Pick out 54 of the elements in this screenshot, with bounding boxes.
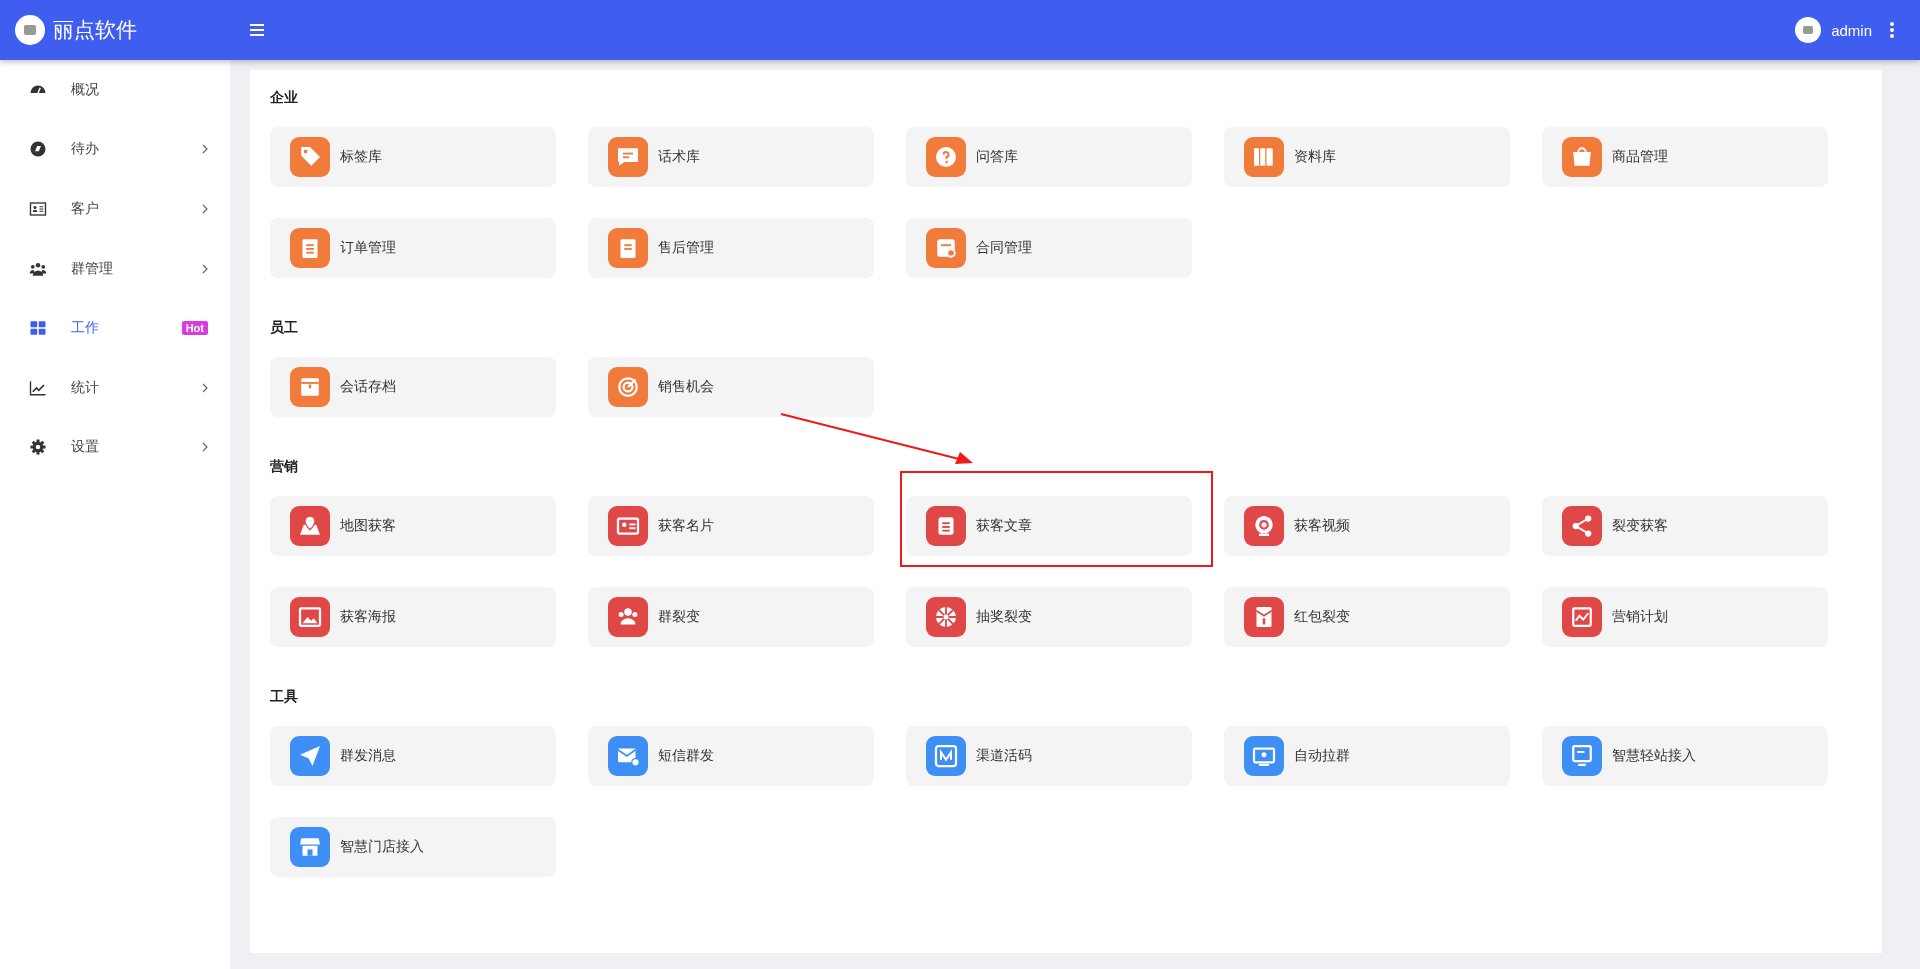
app-tile[interactable]: 地图获客	[270, 496, 556, 556]
line-chart-icon	[29, 378, 47, 397]
chevron-icon	[202, 382, 208, 393]
logo-icon	[15, 15, 45, 45]
app-tile[interactable]: 短信群发	[588, 726, 874, 786]
app-tile[interactable]: 营销计划	[1542, 587, 1828, 647]
app-tile[interactable]: 群发消息	[270, 726, 556, 786]
app-tile[interactable]: 智慧轻站接入	[1542, 726, 1828, 786]
app-tile[interactable]: 抽奖裂变	[906, 587, 1192, 647]
app-tile[interactable]: 智慧门店接入	[270, 817, 556, 877]
app-tile[interactable]: 合同管理	[906, 218, 1192, 278]
chevron-icon	[202, 442, 208, 453]
sidebar-item[interactable]: 工作 Hot	[0, 298, 230, 358]
sidebar-item[interactable]: 设置	[0, 417, 230, 478]
sidebar-item[interactable]: 客户	[0, 179, 230, 239]
app-tile[interactable]: 获客视频	[1224, 496, 1510, 556]
more-icon[interactable]	[1890, 22, 1894, 38]
sidebar-item[interactable]: 概况	[0, 60, 230, 120]
avatar[interactable]	[1795, 17, 1822, 43]
app-tile[interactable]: 资料库	[1224, 127, 1510, 187]
hot-badge: Hot	[181, 321, 208, 336]
app-tile[interactable]: 获客文章	[906, 496, 1192, 556]
settings-icon	[29, 438, 47, 457]
chevron-icon	[202, 204, 208, 214]
app-tile[interactable]: 会话存档	[270, 357, 556, 417]
app-tile[interactable]: 订单管理	[270, 218, 556, 278]
app-tile[interactable]: 话术库	[588, 127, 874, 187]
grid-icon	[29, 319, 47, 338]
user-name[interactable]: admin	[1831, 21, 1872, 39]
app-tile[interactable]: 获客名片	[588, 496, 874, 556]
app-tile[interactable]: 裂变获客	[1542, 496, 1828, 556]
app-tile[interactable]: 标签库	[270, 127, 556, 187]
app-tile[interactable]: 获客海报	[270, 587, 556, 647]
compass-icon	[29, 140, 47, 159]
app-tile[interactable]: 自动拉群	[1224, 726, 1510, 786]
section-title: 企业	[270, 88, 299, 107]
section-title: 工具	[270, 687, 299, 706]
sidebar-item[interactable]: 群管理	[0, 238, 230, 299]
app-tile[interactable]: 渠道活码	[906, 726, 1192, 786]
chevron-icon	[202, 263, 208, 274]
app-tile[interactable]: 群裂变	[588, 587, 874, 647]
app-tile[interactable]: 问答库	[906, 127, 1192, 187]
chevron-icon	[202, 144, 208, 155]
section-title: 员工	[270, 318, 299, 337]
app-tile[interactable]: 红包裂变	[1224, 587, 1510, 647]
sidebar-item[interactable]: 待办	[0, 119, 230, 180]
menu-icon[interactable]	[250, 24, 264, 36]
id-card-icon	[29, 200, 47, 218]
app-tile[interactable]: 销售机会	[588, 357, 874, 417]
section-title: 营销	[270, 457, 299, 476]
app-tile[interactable]: 商品管理	[1542, 127, 1828, 187]
sidebar-item[interactable]: 统计	[0, 357, 230, 418]
app-name: 丽点软件	[53, 17, 137, 43]
app-tile[interactable]: 售后管理	[588, 218, 874, 278]
